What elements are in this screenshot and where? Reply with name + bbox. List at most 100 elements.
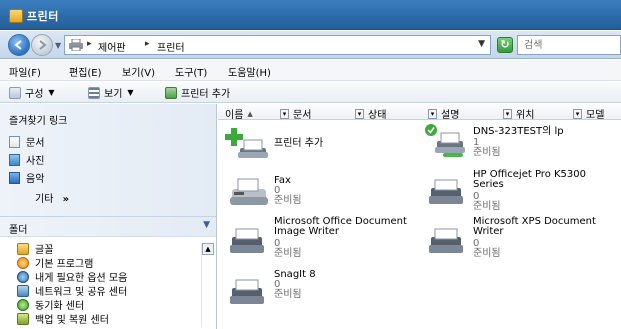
printer-status: 준비됨 (473, 248, 501, 259)
printer-item[interactable]: Microsoft XPS Document Writer 0 준비됨 (423, 215, 613, 263)
printer-item[interactable]: SnagIt 8 0 준비됨 (224, 268, 394, 308)
add-printer-icon (165, 86, 177, 99)
add-printer-icon (225, 128, 268, 158)
column-header-location[interactable]: ▾ 위치 (503, 106, 534, 121)
printer-name: DNS-323TEST의 lp (473, 126, 564, 137)
views-label: 보기 (104, 89, 123, 100)
printer-status: 준비됨 (274, 195, 302, 206)
column-header-model[interactable]: ▾ 모델 (573, 106, 604, 121)
views-icon (88, 86, 100, 99)
column-header-row: 이름 ▲ ▾ 문서 ▾ 상태 ▾ 설명 ▾ 위치 ▾ 모델 (218, 104, 621, 122)
search-box[interactable] (517, 35, 621, 55)
favorite-links-title: 즐겨찾기 링크 (9, 116, 68, 127)
column-header-status[interactable]: ▾ 상태 (355, 106, 386, 121)
chevron-down-icon: ▼ (203, 220, 210, 230)
column-filter-dropdown[interactable]: ▾ (355, 108, 364, 119)
tree-item-backup-center[interactable]: 백업 및 복원 센터 (17, 311, 109, 326)
breadcrumb-printers[interactable]: 프린터 (157, 39, 185, 54)
column-filter-dropdown[interactable]: ▾ (503, 108, 512, 119)
column-filter-dropdown[interactable]: ▾ (573, 108, 582, 119)
search-input[interactable] (518, 36, 620, 54)
address-dropdown-icon[interactable]: ▼ (478, 39, 485, 49)
default-programs-icon (17, 256, 29, 269)
column-filter-dropdown[interactable]: ▾ (280, 108, 289, 119)
network-icon (17, 284, 29, 297)
organize-icon (9, 86, 21, 99)
fav-link-label: 사진 (26, 156, 45, 167)
ease-of-access-icon (17, 270, 29, 283)
more-links-button[interactable]: 기타 » (35, 190, 69, 205)
pictures-icon (9, 153, 20, 166)
menu-view[interactable]: 보기(V) (122, 64, 155, 79)
column-filter-dropdown[interactable]: ▾ (428, 108, 437, 119)
fav-link-music[interactable]: 음악 (9, 170, 44, 185)
add-printer-item[interactable]: 프린터 추가 (224, 126, 394, 162)
printer-status: 준비됨 (473, 201, 501, 212)
menu-help[interactable]: 도움말(H) (228, 64, 271, 79)
column-label: 위치 (516, 110, 535, 121)
address-bar-row: ▼ ▸ 제어판 ▸ 프린터 ▼ ↻ (0, 31, 621, 59)
printer-name: 프린터 추가 (274, 138, 324, 149)
column-label: 설명 (441, 110, 460, 121)
title-bar: 프린터 (0, 0, 621, 30)
views-button[interactable]: 보기 ▼ (88, 85, 134, 100)
fav-link-label: 음악 (26, 174, 45, 185)
printer-name: Microsoft XPS Document Writer (473, 216, 596, 237)
printer-icon (429, 179, 463, 204)
folder-tree: 글꼴 기본 프로그램 내게 필요한 옵션 모음 네트워크 및 공유 센터 동기화… (0, 236, 216, 329)
tree-item-label: 내게 필요한 옵션 모음 (35, 273, 128, 284)
window-title: 프린터 (27, 10, 59, 23)
fax-icon (230, 178, 268, 205)
column-header-description[interactable]: ▾ 설명 (428, 106, 459, 121)
chevron-down-icon: ▼ (127, 88, 134, 97)
menu-file[interactable]: 파일(F) (9, 64, 41, 79)
breadcrumb-separator: ▸ (87, 39, 92, 49)
folders-header[interactable]: 폴더 ▼ (0, 216, 216, 236)
back-button[interactable] (8, 34, 30, 56)
fav-link-documents[interactable]: 문서 (9, 134, 44, 149)
scroll-up-button[interactable]: ▲ (202, 243, 214, 255)
tree-item-sync-center[interactable]: 동기화 센터 (17, 297, 84, 312)
printer-item[interactable]: HP Officejet Pro K5300 Series 0 준비됨 (423, 168, 603, 214)
breadcrumb-control-panel[interactable]: 제어판 (98, 39, 126, 54)
organize-button[interactable]: 구성 ▼ (9, 85, 55, 100)
column-header-documents[interactable]: ▾ 문서 (280, 106, 311, 121)
printer-icon (429, 228, 463, 253)
column-header-name[interactable]: 이름 ▲ (225, 106, 253, 122)
address-box[interactable]: ▸ 제어판 ▸ 프린터 ▼ (64, 35, 491, 55)
column-label: 이름 (225, 110, 244, 121)
tree-item-ease-of-access[interactable]: 내게 필요한 옵션 모음 (17, 269, 127, 284)
printer-status: 준비됨 (274, 248, 302, 259)
printer-icon (230, 279, 264, 304)
music-icon (9, 171, 20, 184)
printer-status: 준비됨 (473, 147, 501, 158)
column-label: 상태 (368, 110, 387, 121)
column-label: 모델 (586, 110, 605, 121)
column-label: 문서 (293, 110, 312, 121)
printer-name: Microsoft Office Document Image Writer (274, 216, 407, 237)
printer-name: Fax (274, 175, 291, 186)
fav-link-pictures[interactable]: 사진 (9, 152, 44, 167)
printer-list: 이름 ▲ ▾ 문서 ▾ 상태 ▾ 설명 ▾ 위치 ▾ 모델 프린터 추가 DNS… (218, 104, 621, 329)
printer-icon (69, 39, 83, 51)
refresh-button[interactable]: ↻ (497, 37, 513, 53)
breadcrumb-separator: ▸ (145, 39, 150, 49)
menu-tools[interactable]: 도구(T) (175, 64, 207, 79)
tree-item-label: 기본 프로그램 (35, 259, 94, 270)
tree-item-fonts[interactable]: 글꼴 (17, 241, 53, 256)
printer-item[interactable]: Fax 0 준비됨 (224, 173, 394, 213)
recent-pages-dropdown[interactable]: ▼ (55, 41, 61, 50)
tree-scrollbar[interactable]: ▲ (201, 243, 214, 327)
printer-status: 준비됨 (274, 289, 302, 300)
tree-item-default-programs[interactable]: 기본 프로그램 (17, 255, 93, 270)
printer-item[interactable]: DNS-323TEST의 lp 1 준비됨 (423, 123, 603, 165)
more-label: 기타 (35, 194, 54, 205)
menu-edit[interactable]: 편집(E) (69, 64, 102, 79)
add-printer-button[interactable]: 프린터 추가 (165, 85, 230, 100)
forward-button[interactable] (31, 34, 53, 56)
fav-link-label: 문서 (26, 138, 45, 149)
folder-icon (17, 242, 29, 255)
tree-item-label: 동기화 센터 (35, 301, 85, 312)
printer-item[interactable]: Microsoft Office Document Image Writer 0… (224, 215, 414, 263)
tree-item-network-center[interactable]: 네트워크 및 공유 센터 (17, 283, 127, 298)
